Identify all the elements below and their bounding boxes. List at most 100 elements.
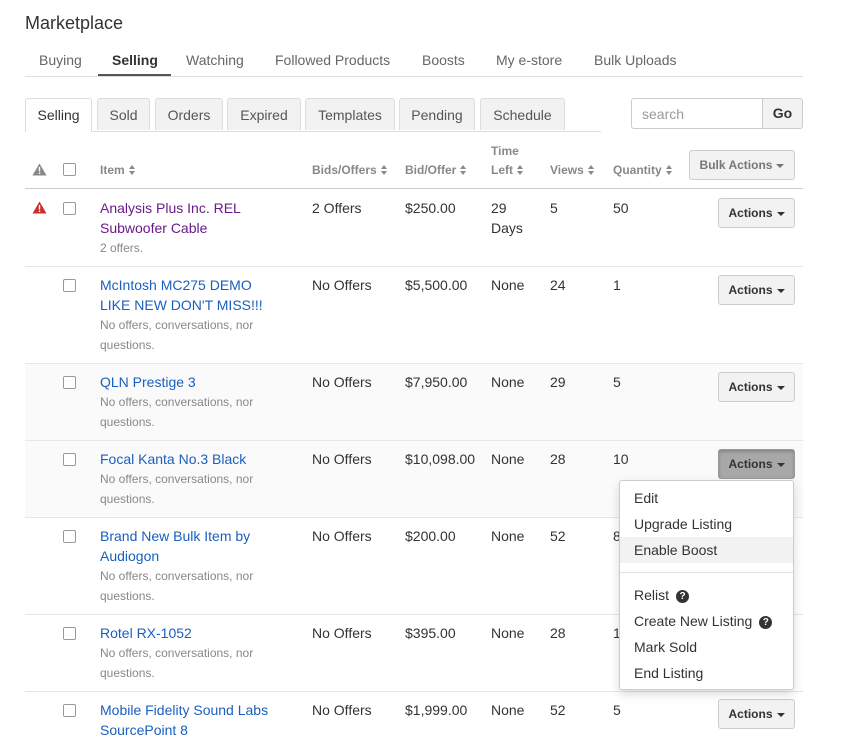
actions-dropdown-menu: Edit Upgrade Listing Enable Boost Relist… — [619, 480, 794, 690]
row-checkbox[interactable] — [63, 279, 76, 292]
item-cell: Mobile Fidelity Sound Labs SourcePoint 8 — [100, 700, 300, 740]
quantity-value: 10 — [613, 451, 629, 467]
column-header-time-left[interactable]: Left — [491, 163, 524, 177]
subtab-selling[interactable]: Selling — [25, 98, 92, 132]
item-cell: McIntosh MC275 DEMO LIKE NEW DON'T MISS!!… — [100, 275, 300, 355]
quantity-value: 1 — [613, 277, 621, 293]
views-value: 28 — [550, 625, 566, 641]
nav-tab-boosts[interactable]: Boosts — [422, 52, 465, 68]
menu-item-relist[interactable]: Relist? — [620, 582, 793, 608]
views-value: 28 — [550, 451, 566, 467]
actions-button[interactable]: Actions — [718, 699, 795, 729]
time-left-value: None — [491, 374, 525, 390]
column-header-views[interactable]: Views — [550, 163, 595, 177]
caret-down-icon — [776, 712, 785, 717]
subtab-pending[interactable]: Pending — [399, 98, 475, 130]
bids-offers-value: No Offers — [312, 702, 372, 718]
sort-icon — [517, 165, 524, 176]
time-left-value: None — [491, 702, 525, 718]
item-cell: Analysis Plus Inc. REL Subwoofer Cable 2 … — [100, 198, 300, 258]
column-header-bids-offers[interactable]: Bids/Offers — [312, 163, 388, 177]
actions-button[interactable]: Actions — [718, 198, 795, 228]
bids-offers-value: No Offers — [312, 528, 372, 544]
help-icon[interactable]: ? — [676, 589, 690, 603]
time-left-value: None — [491, 528, 525, 544]
item-title-link[interactable]: Brand New Bulk Item by Audiogon — [100, 526, 300, 566]
sort-icon — [380, 165, 388, 176]
menu-item-edit[interactable]: Edit — [620, 485, 793, 511]
nav-tab-selling[interactable]: Selling — [112, 52, 158, 68]
views-value: 52 — [550, 702, 566, 718]
sort-icon — [128, 165, 136, 176]
bid-offer-value: $7,950.00 — [405, 374, 468, 390]
marketplace-nav: Buying Selling Watching Followed Product… — [25, 42, 803, 77]
row-checkbox[interactable] — [63, 376, 76, 389]
item-title-link[interactable]: QLN Prestige 3 — [100, 372, 300, 392]
nav-tab-watching[interactable]: Watching — [186, 52, 244, 68]
subtab-templates[interactable]: Templates — [305, 98, 395, 130]
item-title-link[interactable]: McIntosh MC275 DEMO LIKE NEW DON'T MISS!!… — [100, 275, 300, 315]
row-checkbox[interactable] — [63, 627, 76, 640]
nav-tab-my-estore[interactable]: My e-store — [496, 52, 562, 68]
quantity-value: 5 — [613, 702, 621, 718]
bids-offers-value: 2 Offers — [312, 200, 362, 216]
subtab-orders[interactable]: Orders — [155, 98, 223, 130]
item-cell: Brand New Bulk Item by Audiogon No offers… — [100, 526, 300, 606]
item-title-link[interactable]: Focal Kanta No.3 Black — [100, 449, 300, 469]
subtab-sold[interactable]: Sold — [97, 98, 150, 130]
time-left-value: None — [491, 451, 525, 467]
row-checkbox[interactable] — [63, 530, 76, 543]
row-checkbox[interactable] — [63, 453, 76, 466]
bid-offer-value: $200.00 — [405, 528, 456, 544]
actions-button[interactable]: Actions — [718, 275, 795, 305]
subtab-schedule[interactable]: Schedule — [480, 98, 565, 130]
row-checkbox[interactable] — [63, 202, 76, 215]
caret-down-icon — [776, 211, 785, 216]
help-icon[interactable]: ? — [759, 615, 773, 629]
page-title: Marketplace — [25, 13, 124, 33]
caret-down-icon — [776, 385, 785, 390]
views-value: 29 — [550, 374, 566, 390]
caret-down-icon — [776, 288, 785, 293]
item-title-link[interactable]: Analysis Plus Inc. REL Subwoofer Cable — [100, 198, 300, 238]
menu-item-end-listing[interactable]: End Listing — [620, 660, 793, 686]
caret-down-icon — [776, 163, 785, 168]
item-note: No offers, conversations, nor questions. — [100, 472, 254, 506]
warning-icon — [32, 201, 47, 214]
go-button[interactable]: Go — [762, 98, 803, 129]
time-left-value: None — [491, 277, 525, 293]
quantity-value: 50 — [613, 200, 629, 216]
search-input[interactable] — [631, 98, 763, 129]
item-note: No offers, conversations, nor questions. — [100, 646, 254, 680]
select-all-checkbox[interactable] — [63, 163, 76, 176]
item-note: No offers, conversations, nor questions. — [100, 395, 254, 429]
menu-item-mark-sold[interactable]: Mark Sold — [620, 634, 793, 660]
actions-button-open[interactable]: Actions — [718, 449, 795, 479]
nav-tab-followed-products[interactable]: Followed Products — [275, 52, 390, 68]
column-header-bid-offer[interactable]: Bid/Offer — [405, 163, 467, 177]
item-title-link[interactable]: Rotel RX-1052 — [100, 623, 300, 643]
selling-subtabs: Selling Sold Orders Expired Templates Pe… — [25, 98, 601, 132]
column-header-quantity[interactable]: Quantity — [613, 163, 673, 177]
bids-offers-value: No Offers — [312, 625, 372, 641]
column-header-item[interactable]: Item — [100, 163, 136, 177]
bids-offers-value: No Offers — [312, 451, 372, 467]
nav-tab-bulk-uploads[interactable]: Bulk Uploads — [594, 52, 677, 68]
views-value: 5 — [550, 200, 558, 216]
menu-item-upgrade-listing[interactable]: Upgrade Listing — [620, 511, 793, 537]
item-cell: Focal Kanta No.3 Black No offers, conver… — [100, 449, 300, 509]
sort-icon — [665, 165, 673, 176]
menu-item-create-new-listing[interactable]: Create New Listing? — [620, 608, 793, 634]
views-value: 24 — [550, 277, 566, 293]
sort-icon — [460, 165, 467, 176]
nav-tab-buying[interactable]: Buying — [39, 52, 82, 68]
menu-item-enable-boost[interactable]: Enable Boost — [620, 537, 793, 563]
bulk-actions-button[interactable]: Bulk Actions — [689, 150, 795, 180]
bid-offer-value: $395.00 — [405, 625, 456, 641]
item-title-link[interactable]: Mobile Fidelity Sound Labs SourcePoint 8 — [100, 700, 300, 740]
row-checkbox[interactable] — [63, 704, 76, 717]
time-left-value: 29 Days — [491, 200, 523, 236]
actions-button[interactable]: Actions — [718, 372, 795, 402]
item-cell: QLN Prestige 3 No offers, conversations,… — [100, 372, 300, 432]
subtab-expired[interactable]: Expired — [227, 98, 301, 130]
